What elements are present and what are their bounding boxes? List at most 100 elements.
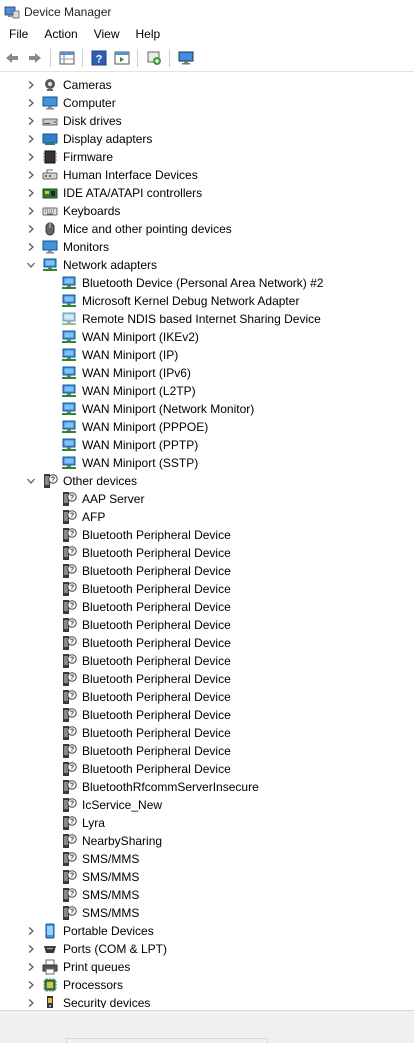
- keyboard-icon: [42, 207, 58, 216]
- unknown-device-icon: ?: [63, 906, 77, 920]
- tree-category[interactable]: Mice and other pointing devices: [0, 220, 414, 238]
- tree-device[interactable]: ? SMS/MMS: [0, 868, 414, 886]
- expand-toggle[interactable]: [26, 170, 36, 180]
- scan-hardware-button[interactable]: [143, 47, 165, 69]
- svg-text:?: ?: [70, 783, 74, 790]
- tree-device[interactable]: WAN Miniport (IPv6): [0, 364, 414, 382]
- tree-device[interactable]: ? Bluetooth Peripheral Device: [0, 706, 414, 724]
- tree-category[interactable]: Network adapters: [0, 256, 414, 274]
- tree-item-label: Bluetooth Peripheral Device: [82, 744, 231, 758]
- expand-toggle[interactable]: [26, 980, 36, 990]
- expand-toggle[interactable]: [26, 944, 36, 954]
- tree-device[interactable]: Microsoft Kernel Debug Network Adapter: [0, 292, 414, 310]
- tree-device[interactable]: ? Bluetooth Peripheral Device: [0, 616, 414, 634]
- expand-toggle[interactable]: [26, 188, 36, 198]
- tree-device[interactable]: ? Bluetooth Peripheral Device: [0, 652, 414, 670]
- menu-view[interactable]: View: [86, 24, 128, 44]
- tree-category[interactable]: Human Interface Devices: [0, 166, 414, 184]
- expand-toggle[interactable]: [26, 152, 36, 162]
- tree-device[interactable]: ? Bluetooth Peripheral Device: [0, 562, 414, 580]
- tree-category[interactable]: Firmware: [0, 148, 414, 166]
- expand-toggle[interactable]: [26, 80, 36, 90]
- expand-toggle[interactable]: [26, 206, 36, 216]
- tree-device[interactable]: ? SMS/MMS: [0, 886, 414, 904]
- collapse-toggle[interactable]: [26, 476, 36, 486]
- tree-device[interactable]: ? Bluetooth Peripheral Device: [0, 670, 414, 688]
- collapse-toggle[interactable]: [26, 260, 36, 270]
- tree-device[interactable]: WAN Miniport (PPTP): [0, 436, 414, 454]
- tree-device[interactable]: WAN Miniport (PPPOE): [0, 418, 414, 436]
- tree-category[interactable]: Keyboards: [0, 202, 414, 220]
- expand-toggle[interactable]: [26, 98, 36, 108]
- properties-button[interactable]: [56, 47, 78, 69]
- title-bar: Device Manager: [0, 0, 414, 24]
- network-adapter-icon: [62, 348, 76, 361]
- menu-help[interactable]: Help: [128, 24, 169, 44]
- tree-device[interactable]: ? Lyra: [0, 814, 414, 832]
- device-manager-app-icon: [4, 6, 20, 19]
- back-button[interactable]: [1, 47, 23, 69]
- menu-action[interactable]: Action: [36, 24, 85, 44]
- device-tree[interactable]: Cameras Computer Disk drives Display adapte…: [0, 76, 414, 1008]
- svg-text:?: ?: [70, 567, 74, 574]
- tree-device[interactable]: ? Bluetooth Peripheral Device: [0, 742, 414, 760]
- tree-device[interactable]: Remote NDIS based Internet Sharing Devic…: [0, 310, 414, 328]
- tree-device[interactable]: WAN Miniport (SSTP): [0, 454, 414, 472]
- tree-device[interactable]: ? NearbySharing: [0, 832, 414, 850]
- expand-toggle[interactable]: [26, 998, 36, 1008]
- tree-device[interactable]: ? Bluetooth Peripheral Device: [0, 598, 414, 616]
- tree-category[interactable]: IDE ATA/ATAPI controllers: [0, 184, 414, 202]
- tree-device[interactable]: ? Bluetooth Peripheral Device: [0, 544, 414, 562]
- forward-button[interactable]: [24, 47, 46, 69]
- tree-item-label: WAN Miniport (IP): [82, 348, 179, 362]
- expand-toggle[interactable]: [26, 224, 36, 234]
- tree-device[interactable]: ? BluetoothRfcommServerInsecure: [0, 778, 414, 796]
- tree-device[interactable]: WAN Miniport (Network Monitor): [0, 400, 414, 418]
- tree-category[interactable]: Monitors: [0, 238, 414, 256]
- tree-category[interactable]: Portable Devices: [0, 922, 414, 940]
- tree-item-label: Bluetooth Peripheral Device: [82, 618, 231, 632]
- tree-device[interactable]: ? Bluetooth Peripheral Device: [0, 634, 414, 652]
- tree-item-label: Bluetooth Peripheral Device: [82, 672, 231, 686]
- tree-device[interactable]: ? Bluetooth Peripheral Device: [0, 688, 414, 706]
- tree-item-label: Bluetooth Device (Personal Area Network)…: [82, 276, 324, 290]
- action-pane-button[interactable]: [111, 47, 133, 69]
- tree-category[interactable]: Cameras: [0, 76, 414, 94]
- tree-category[interactable]: Display adapters: [0, 130, 414, 148]
- tree-device[interactable]: ? Bluetooth Peripheral Device: [0, 526, 414, 544]
- monitor-device-button[interactable]: [175, 47, 197, 69]
- tree-category[interactable]: ? Other devices: [0, 472, 414, 490]
- tree-device[interactable]: ? Bluetooth Peripheral Device: [0, 580, 414, 598]
- toolbar-separator: [82, 48, 83, 67]
- tree-device[interactable]: ? Bluetooth Peripheral Device: [0, 724, 414, 742]
- tree-device[interactable]: WAN Miniport (IKEv2): [0, 328, 414, 346]
- unknown-device-icon: ?: [63, 744, 77, 758]
- tree-category[interactable]: Computer: [0, 94, 414, 112]
- tree-device[interactable]: ? IcService_New: [0, 796, 414, 814]
- tree-device[interactable]: ? AAP Server: [0, 490, 414, 508]
- tree-category[interactable]: Security devices: [0, 994, 414, 1008]
- tree-device[interactable]: ? Bluetooth Peripheral Device: [0, 760, 414, 778]
- tree-device[interactable]: ? SMS/MMS: [0, 904, 414, 922]
- chevron-right-icon: [28, 135, 34, 143]
- tree-category[interactable]: Disk drives: [0, 112, 414, 130]
- expand-toggle[interactable]: [26, 926, 36, 936]
- tree-device[interactable]: WAN Miniport (L2TP): [0, 382, 414, 400]
- tree-device[interactable]: Bluetooth Device (Personal Area Network)…: [0, 274, 414, 292]
- svg-text:?: ?: [70, 801, 74, 808]
- svg-text:?: ?: [70, 819, 74, 826]
- expand-toggle[interactable]: [26, 134, 36, 144]
- tree-category[interactable]: Print queues: [0, 958, 414, 976]
- tree-device[interactable]: ? AFP: [0, 508, 414, 526]
- expand-toggle[interactable]: [26, 116, 36, 126]
- help-button[interactable]: ?: [88, 47, 110, 69]
- expand-toggle[interactable]: [26, 242, 36, 252]
- tree-category[interactable]: Processors: [0, 976, 414, 994]
- tree-device[interactable]: WAN Miniport (IP): [0, 346, 414, 364]
- menu-file[interactable]: File: [0, 24, 36, 44]
- expand-toggle[interactable]: [26, 962, 36, 972]
- tree-category[interactable]: Ports (COM & LPT): [0, 940, 414, 958]
- svg-text:?: ?: [70, 855, 74, 862]
- tree-device[interactable]: ? SMS/MMS: [0, 850, 414, 868]
- svg-text:?: ?: [70, 873, 74, 880]
